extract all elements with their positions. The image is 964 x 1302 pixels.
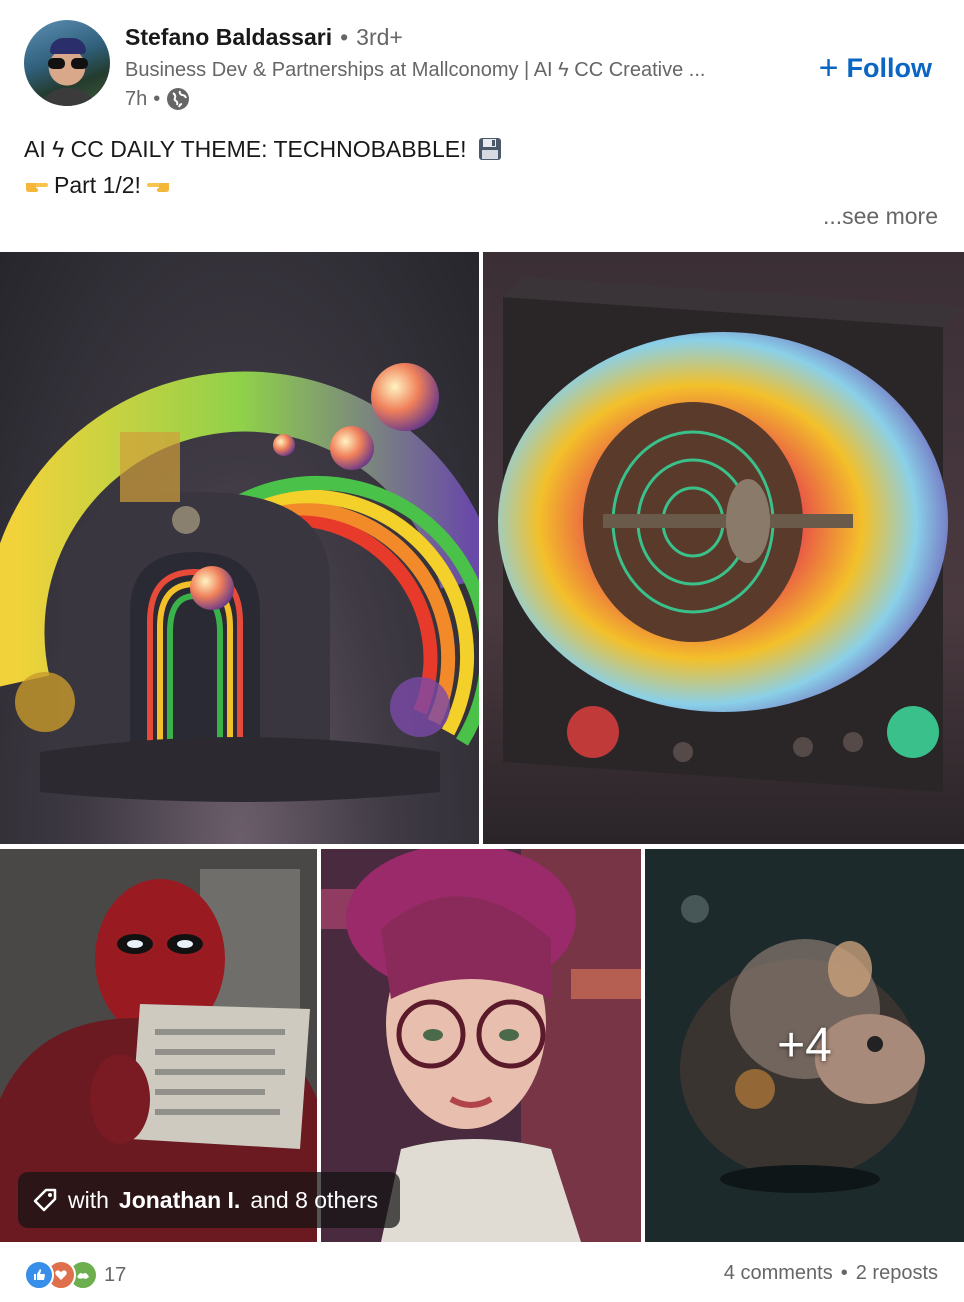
post-line-1: AI ϟ CC DAILY THEME: TECHNOBABBLE! — [24, 131, 502, 167]
tagged-people-pill[interactable]: with Jonathan I. and 8 others — [18, 1172, 401, 1228]
floppy-disk-icon — [479, 138, 502, 160]
post-line-2: Part 1/2! — [24, 167, 502, 203]
separator-dot: • — [340, 24, 349, 50]
social-counts: 17 4 comments • 2 reposts — [0, 1250, 964, 1298]
post-line-1-text: AI ϟ CC DAILY THEME: TECHNOBABBLE! — [24, 136, 467, 162]
pointing-right-hand-icon — [26, 183, 48, 192]
reposts-link[interactable]: 2 reposts — [856, 1262, 938, 1285]
post-line-2-text: Part 1/2! — [54, 172, 141, 198]
post-meta: 7h • — [125, 87, 190, 111]
pointing-left-hand-icon — [146, 183, 169, 192]
more-images-overlay[interactable]: +4 — [645, 849, 964, 1242]
rainbow-arch-artwork — [0, 363, 479, 802]
engagement-stats: 4 comments • 2 reposts — [724, 1262, 938, 1285]
author-headline: Business Dev & Partnerships at Mallconom… — [125, 59, 706, 81]
post-image-rainbow-arch[interactable] — [0, 252, 479, 844]
connection-degree: 3rd+ — [356, 24, 403, 50]
follow-button[interactable]: + Follow — [813, 50, 938, 86]
post-time: 7h — [125, 87, 148, 110]
post-image-mech-hamster[interactable]: +4 — [645, 849, 964, 1242]
tag-icon — [33, 1188, 57, 1212]
like-reaction-icon — [24, 1260, 54, 1290]
tagged-name: Jonathan I. — [118, 1186, 241, 1213]
follow-label: Follow — [846, 52, 932, 83]
comments-link[interactable]: 4 comments — [724, 1262, 833, 1285]
globe-icon — [167, 88, 190, 110]
wave-speaker-artwork — [498, 277, 963, 792]
author-name[interactable]: Stefano Baldassari — [125, 24, 332, 51]
tag-suffix: and 8 others — [250, 1186, 379, 1213]
separator-dot: • — [153, 87, 161, 110]
tag-prefix: with — [68, 1186, 109, 1213]
separator-dot: • — [840, 1262, 848, 1284]
author-name-row: Stefano Baldassari • 3rd+ — [125, 24, 403, 51]
post-body: AI ϟ CC DAILY THEME: TECHNOBABBLE! Part … — [24, 131, 502, 203]
author-avatar[interactable] — [24, 20, 110, 106]
post-image-wave-speaker[interactable] — [483, 252, 964, 844]
reactions-summary[interactable]: 17 — [24, 1260, 126, 1290]
plus-icon: + — [818, 49, 839, 87]
see-more-link[interactable]: ...see more — [823, 203, 938, 230]
post-header: Stefano Baldassari • 3rd+ Business Dev &… — [0, 0, 964, 120]
reaction-count: 17 — [104, 1263, 127, 1286]
